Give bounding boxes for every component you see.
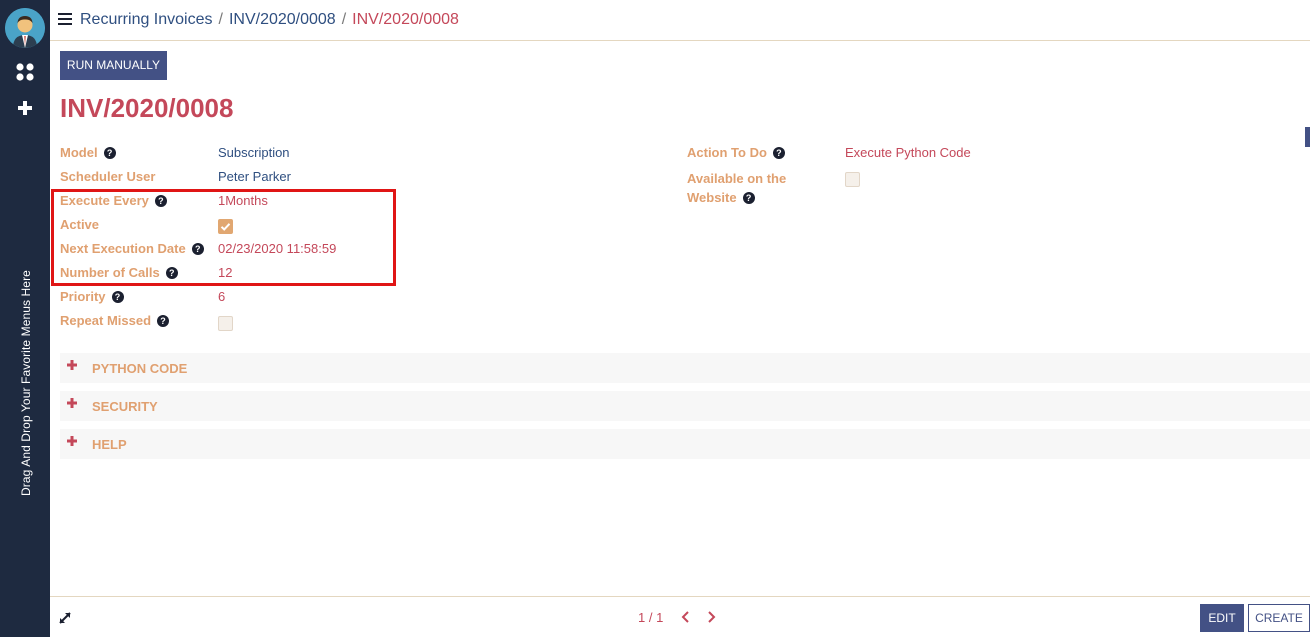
- label-text: Action To Do: [687, 145, 767, 160]
- avatar[interactable]: [5, 8, 45, 48]
- field-label-action-to-do: Action To Do?: [687, 145, 785, 160]
- section-label: PYTHON CODE: [92, 361, 188, 376]
- field-value-model[interactable]: Subscription: [218, 145, 290, 160]
- apps-icon[interactable]: [15, 62, 35, 82]
- top-bar: Recurring Invoices / INV/2020/0008 / INV/202…: [50, 0, 1310, 41]
- hamburger-menu-icon[interactable]: [58, 13, 72, 25]
- field-label-model: Model?: [60, 145, 116, 160]
- bottom-bar: 1 / 1 EDIT CREATE: [50, 596, 1310, 637]
- field-label-scheduler-user: Scheduler User: [60, 169, 156, 184]
- help-icon[interactable]: ?: [742, 192, 755, 204]
- field-label-priority: Priority?: [60, 289, 124, 304]
- label-text: Model: [60, 145, 98, 160]
- breadcrumb-item-invoice[interactable]: INV/2020/0008: [229, 11, 336, 28]
- label-line-1: Available on the: [687, 171, 787, 186]
- label-line-2: Website: [687, 190, 737, 205]
- chevron-right-icon[interactable]: [707, 611, 717, 623]
- breadcrumb-separator: /: [218, 11, 223, 28]
- section-python-code[interactable]: PYTHON CODE: [60, 353, 1310, 383]
- expand-arrows-icon[interactable]: [58, 611, 72, 625]
- label-text: Repeat Missed: [60, 313, 152, 328]
- section-label: HELP: [92, 437, 127, 452]
- field-value-scheduler-user[interactable]: Peter Parker: [218, 169, 291, 184]
- help-icon[interactable]: ?: [772, 147, 785, 159]
- expand-plus-icon: [67, 398, 77, 408]
- expand-plus-icon: [67, 436, 77, 446]
- plus-icon[interactable]: [15, 98, 35, 118]
- section-help[interactable]: HELP: [60, 429, 1310, 459]
- highlight-annotation-box: [51, 189, 396, 286]
- create-button[interactable]: CREATE: [1248, 604, 1310, 632]
- chevron-left-icon[interactable]: [680, 611, 690, 623]
- help-icon[interactable]: ?: [111, 291, 124, 303]
- pager-counter: 1 / 1: [638, 610, 664, 625]
- edit-button[interactable]: EDIT: [1200, 604, 1244, 632]
- record-title: INV/2020/0008: [60, 93, 234, 123]
- favorite-menus-hint: Drag And Drop Your Favorite Menus Here: [19, 270, 33, 496]
- label-text: Priority: [60, 289, 106, 304]
- field-value-priority: 6: [218, 289, 226, 304]
- field-label-repeat-missed: Repeat Missed?: [60, 313, 170, 328]
- help-icon[interactable]: ?: [157, 315, 170, 327]
- breadcrumb-separator: /: [341, 11, 347, 28]
- breadcrumb-current: INV/2020/0008: [352, 11, 459, 28]
- breadcrumb: Recurring Invoices / INV/2020/0008 / INV/202…: [80, 11, 459, 29]
- available-on-website-checkbox[interactable]: [845, 172, 860, 187]
- run-manually-button[interactable]: RUN MANUALLY: [60, 51, 167, 80]
- help-icon[interactable]: ?: [103, 147, 116, 159]
- sidebar: Drag And Drop Your Favorite Menus Here: [0, 0, 50, 637]
- field-label-available-on-website: Available on the Website?: [687, 169, 786, 207]
- expand-plus-icon: [67, 360, 77, 370]
- section-label: SECURITY: [92, 399, 158, 414]
- field-value-action-to-do: Execute Python Code: [845, 145, 971, 160]
- section-security[interactable]: SECURITY: [60, 391, 1310, 421]
- breadcrumb-item-recurring-invoices[interactable]: Recurring Invoices: [80, 11, 213, 28]
- repeat-missed-checkbox[interactable]: [218, 316, 233, 331]
- side-tab-marker[interactable]: [1305, 127, 1310, 147]
